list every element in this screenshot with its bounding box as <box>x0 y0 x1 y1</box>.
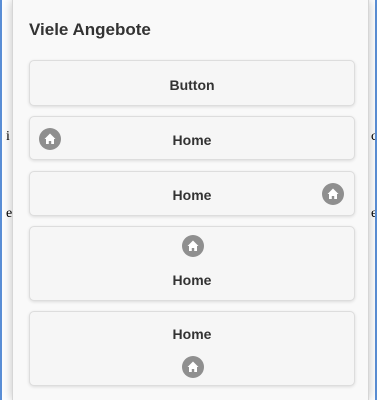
button-label: Home <box>172 272 212 288</box>
home-icon <box>182 356 204 378</box>
screen: i e c e Viele Angebote Button Home Home … <box>0 0 377 400</box>
home-button-icon-top[interactable]: Home <box>29 226 355 301</box>
window-edge-left <box>0 0 2 400</box>
background-text-fragment: i <box>6 129 10 144</box>
home-button-icon-right[interactable]: Home <box>29 171 355 216</box>
popup-title: Viele Angebote <box>29 20 151 39</box>
home-button-icon-left[interactable]: Home <box>29 116 355 160</box>
button-label: Button <box>169 77 215 93</box>
button-label: Home <box>172 132 212 148</box>
home-button-icon-bottom[interactable]: Home <box>29 311 355 386</box>
button-label: Home <box>172 326 212 342</box>
button-label: Home <box>172 187 212 203</box>
home-icon <box>182 235 204 257</box>
popup-panel: Viele Angebote Button Home Home Home Hom… <box>12 0 369 400</box>
plain-button[interactable]: Button <box>29 60 355 106</box>
home-icon <box>322 183 344 205</box>
